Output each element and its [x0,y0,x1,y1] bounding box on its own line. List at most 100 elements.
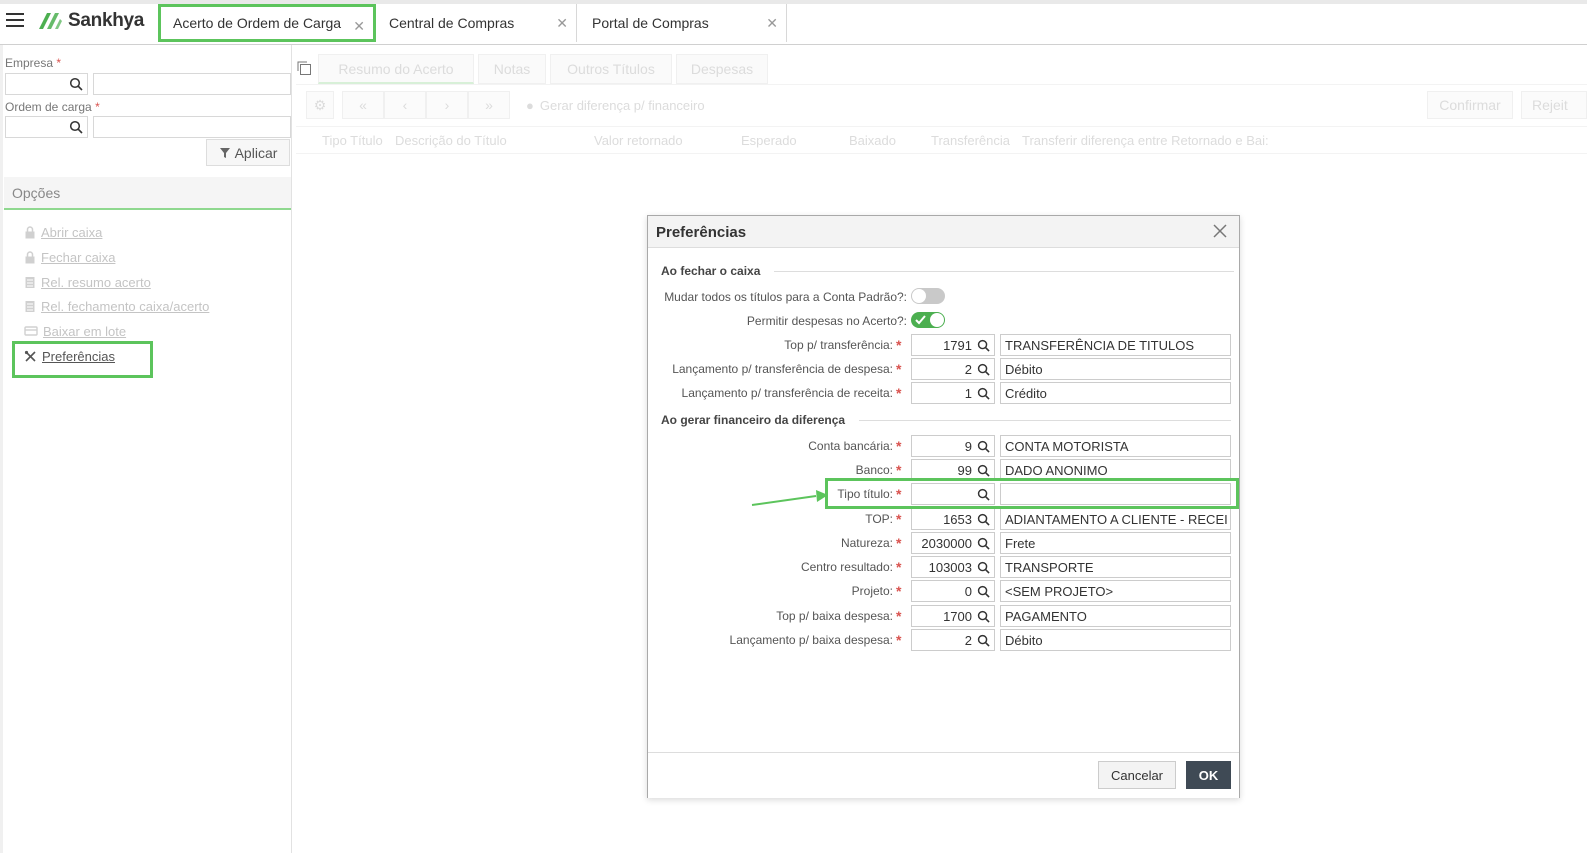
code-input[interactable]: 1791 [911,334,995,356]
field-label: Top p/ transferência: [784,338,893,352]
prev-button[interactable]: ‹ [384,91,426,119]
copy-icon[interactable] [296,60,312,76]
card-icon [24,326,38,336]
col-esperado[interactable]: Esperado [741,127,797,153]
desc-input[interactable]: PAGAMENTO [1000,605,1231,627]
tab-resumo-acerto[interactable]: Resumo do Acerto [318,54,474,84]
search-icon[interactable] [977,610,990,623]
desc-input[interactable]: TRANSPORTE [1000,556,1231,578]
search-icon[interactable] [977,363,990,376]
field-row-conta-bancaria: Conta bancária: * 9 CONTA MOTORISTA [648,435,1241,457]
code-input[interactable]: 2 [911,358,995,380]
field-row-lanc-transf-receita: Lançamento p/ transferência de receita: … [648,382,1241,404]
search-icon[interactable] [977,440,990,453]
col-tipo-titulo[interactable]: Tipo Título [322,127,383,153]
code-input[interactable]: 1700 [911,605,995,627]
tab-central-compras[interactable]: Central de Compras ✕ [377,4,577,42]
field-row-centro-resultado: Centro resultado: * 103003 TRANSPORTE [648,556,1241,578]
search-icon[interactable] [977,537,990,550]
section-ao-fechar-caixa: Ao fechar o caixa [661,264,1235,278]
ordem-carga-code-input[interactable] [5,116,88,138]
code-input[interactable]: 2 [911,629,995,651]
ordem-carga-label: Ordem de carga * [5,100,100,114]
confirmar-button[interactable]: Confirmar [1427,91,1513,119]
col-transferir-diferenca[interactable]: Transferir diferença entre Retornado e B… [1022,127,1284,153]
code-input[interactable]: 103003 [911,556,995,578]
desc-input[interactable]: Frete [1000,532,1231,554]
field-row-lanc-baixa-despesa: Lançamento p/ baixa despesa: * 2 Débito [648,629,1241,651]
desc-input[interactable]: CONTA MOTORISTA [1000,435,1231,457]
desc-input[interactable]: TRANSFERÊNCIA DE TITULOS [1000,334,1231,356]
col-transferencia[interactable]: Transferência [931,127,1010,153]
last-button[interactable]: » [468,91,510,119]
option-rel-resumo-acerto[interactable]: Rel. resumo acerto [24,272,151,292]
required-mark: * [896,462,902,478]
option-baixar-em-lote[interactable]: Baixar em lote [24,321,126,341]
search-icon[interactable] [977,561,990,574]
field-label: Conta bancária: [808,439,893,453]
field-label: Natureza: [840,536,893,550]
gear-icon: ⚙ [313,96,327,113]
code-input[interactable]: 1 [911,382,995,404]
field-row-top-transferencia: Top p/ transferência: * 1791 TRANSFERÊNC… [648,334,1241,356]
search-icon[interactable] [977,339,990,352]
search-icon[interactable] [977,585,990,598]
rejeitar-button[interactable]: Rejeit [1521,91,1587,119]
close-icon[interactable]: ✕ [353,18,365,35]
desc-input[interactable]: Crédito [1000,382,1231,404]
col-baixado[interactable]: Baixado [849,127,896,153]
desc-input[interactable]: Débito [1000,629,1231,651]
lock-icon [25,225,35,238]
close-icon[interactable]: ✕ [556,15,568,32]
settings-button[interactable]: ⚙ [306,91,334,119]
dialog-title: Preferências [648,216,1239,248]
field-label: Top p/ baixa despesa: [776,609,893,623]
desc-input[interactable]: Débito [1000,358,1231,380]
code-input[interactable]: 1653 [911,508,995,530]
desc-input[interactable]: ADIANTAMENTO A CLIENTE - RECEI [1000,508,1231,530]
mudar-titulos-toggle[interactable] [911,288,945,304]
close-icon[interactable] [1213,224,1227,238]
close-icon[interactable]: ✕ [766,15,778,32]
field-row-top-baixa-despesa: Top p/ baixa despesa: * 1700 PAGAMENTO [648,605,1241,627]
divider [296,153,1587,154]
hamburger-menu-icon[interactable] [6,13,26,29]
field-label: Projeto: [851,584,893,598]
next-button[interactable]: › [426,91,468,119]
double-chevron-right-icon: » [485,97,493,113]
search-icon[interactable] [69,77,83,91]
field-row-natureza: Natureza: * 2030000 Frete [648,532,1241,554]
first-button[interactable]: « [342,91,384,119]
ok-button[interactable]: OK [1186,761,1231,789]
left-panel [0,45,292,853]
search-icon[interactable] [977,513,990,526]
desc-input[interactable]: <SEM PROJETO> [1000,580,1231,602]
aplicar-button[interactable]: Aplicar [206,139,290,166]
tab-notas[interactable]: Notas [478,54,546,84]
col-descricao-titulo[interactable]: Descrição do Título [395,127,507,153]
empresa-desc-input[interactable] [93,73,291,95]
permitir-despesas-toggle[interactable] [911,312,945,328]
tab-acerto-ordem-carga[interactable]: Acerto de Ordem de Carga ✕ [158,4,376,42]
col-valor-retornado[interactable]: Valor retornado [594,127,683,153]
tab-despesas[interactable]: Despesas [676,54,768,84]
option-fechar-caixa[interactable]: Fechar caixa [24,247,115,267]
search-icon[interactable] [977,387,990,400]
search-icon[interactable] [977,464,990,477]
empresa-code-input[interactable] [5,73,88,95]
gerar-diferenca-button[interactable]: ● Gerar diferença p/ financeiro [526,91,736,119]
ordem-carga-desc-input[interactable] [93,116,291,138]
option-abrir-caixa[interactable]: Abrir caixa [24,222,102,242]
option-rel-fechamento-caixa[interactable]: Rel. fechamento caixa/acerto [24,296,209,316]
tab-outros-titulos[interactable]: Outros Títulos [550,54,672,84]
cancel-button[interactable]: Cancelar [1098,761,1176,789]
search-icon[interactable] [69,120,83,134]
chevron-right-icon: › [444,97,450,113]
tab-portal-compras[interactable]: Portal de Compras ✕ [580,4,787,42]
empresa-label: Empresa * [5,56,62,70]
opcoes-header: Opções [4,177,291,210]
search-icon[interactable] [977,634,990,647]
code-input[interactable]: 9 [911,435,995,457]
code-input[interactable]: 2030000 [911,532,995,554]
code-input[interactable]: 0 [911,580,995,602]
